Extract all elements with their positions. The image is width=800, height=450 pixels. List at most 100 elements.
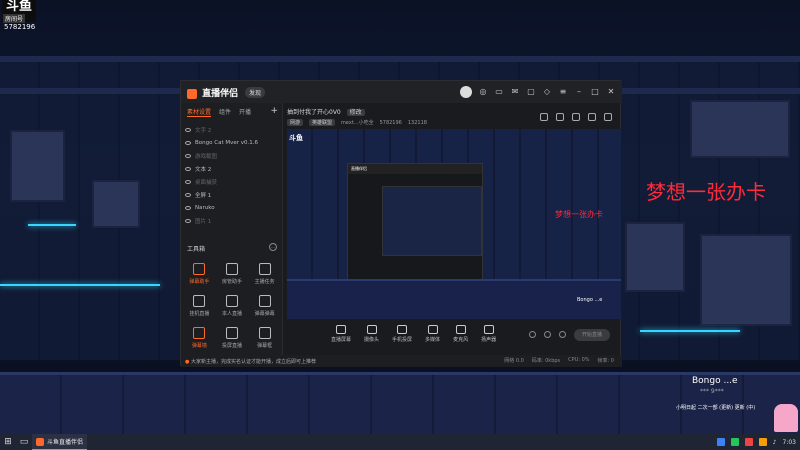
tool-label: 挂机直播 xyxy=(189,311,210,317)
background-neon-light xyxy=(640,330,740,332)
tool-self-live[interactable]: 本人直播 xyxy=(216,295,249,317)
phone-cast-button[interactable]: 手机投屏 xyxy=(392,325,412,343)
status-cpu: CPU: 0% xyxy=(568,357,590,363)
tool-label: 本人直播 xyxy=(221,311,242,317)
record-icon[interactable] xyxy=(572,113,580,121)
bell-icon[interactable] xyxy=(588,113,596,121)
game-pill[interactable]: 英雄联盟 xyxy=(309,119,336,126)
status-bar: 网络 0.0 码率: 0kbps CPU: 0% 帧率: 0 xyxy=(504,357,614,364)
eye-icon[interactable] xyxy=(185,127,191,132)
avatar[interactable] xyxy=(460,86,472,98)
stream-title: 抽到付我了开心0V0 xyxy=(287,109,341,116)
start-live-button[interactable]: 开始直播 xyxy=(574,329,610,341)
screen-icon xyxy=(336,325,346,334)
status-bitrate: 码率: 0kbps xyxy=(531,358,561,364)
background-crate xyxy=(10,130,65,202)
stream-preview[interactable]: 斗鱼 直播伴侣 梦想一张办卡 Bongo ...e xyxy=(287,129,621,319)
source-label: 桌面捕获 xyxy=(195,179,218,186)
share-icon[interactable] xyxy=(604,113,612,121)
background-beam xyxy=(0,88,180,94)
tool-danmu-helper[interactable]: 弹幕助手 xyxy=(183,263,216,285)
tv-icon[interactable]: ▢ xyxy=(526,87,536,97)
tool-room-admin[interactable]: 房管助手 xyxy=(216,263,249,285)
eye-icon[interactable] xyxy=(185,179,191,184)
discover-pill[interactable]: 发现 xyxy=(245,87,266,98)
tray-app-icon[interactable] xyxy=(744,438,753,446)
source-item[interactable]: 图片 1 xyxy=(185,214,278,227)
bongo-cat-sub: *** 9*** xyxy=(700,388,724,395)
screen-icon xyxy=(193,295,206,307)
record-icon[interactable] xyxy=(529,331,536,338)
phone-icon xyxy=(397,325,408,334)
taskbar-app-douyu[interactable]: 斗鱼直播伴侣 xyxy=(32,434,88,450)
speaker-button[interactable]: 扬声器 xyxy=(481,325,496,343)
close-icon[interactable]: ✕ xyxy=(606,87,616,97)
scene-tabs: 素材设置 组件 开播 xyxy=(181,103,282,121)
media-button[interactable]: 多媒体 xyxy=(425,325,440,343)
control-label: 摄像头 xyxy=(364,337,380,343)
source-label: 全屏 1 xyxy=(195,192,212,199)
eye-icon[interactable] xyxy=(185,140,191,145)
tab-component[interactable]: 组件 xyxy=(219,107,231,117)
source-item[interactable]: 游戏截图 xyxy=(185,149,278,162)
control-label: 麦克风 xyxy=(453,337,469,343)
eye-icon[interactable] xyxy=(185,166,191,171)
titlebar: 直播伴侣 发现 ◎ ▭ ✉ ▢ ◇ ≡ – □ ✕ xyxy=(181,81,622,103)
status-fps: 帧率: 0 xyxy=(597,358,614,364)
screen-capture-button[interactable]: 直播屏幕 xyxy=(331,325,351,343)
eye-icon[interactable] xyxy=(185,218,191,223)
tab-live[interactable]: 开播 xyxy=(239,107,251,117)
eye-icon[interactable] xyxy=(185,192,191,197)
chat-icon[interactable]: ▭ xyxy=(494,87,504,97)
preview-bongo-label: Bongo ...e xyxy=(577,297,603,303)
preview-nested-screen xyxy=(382,186,482,256)
download-icon xyxy=(225,295,238,307)
microphone-button[interactable]: 麦克风 xyxy=(453,325,468,343)
taskview-icon[interactable]: ▭ xyxy=(16,434,32,450)
source-item[interactable]: 桌面捕获 xyxy=(185,175,278,188)
category-pill[interactable]: 网游 xyxy=(287,119,304,126)
volume-icon[interactable]: ♪ xyxy=(773,439,777,446)
tool-danmu-box[interactable]: 弹幕框 xyxy=(248,327,281,349)
source-item[interactable]: 文字 2 xyxy=(185,123,278,136)
eye-icon[interactable] xyxy=(185,153,191,158)
add-source-button[interactable]: + xyxy=(270,106,278,116)
tray-app-icon[interactable] xyxy=(730,438,739,446)
tray-app-icon[interactable] xyxy=(758,438,767,446)
tray-app-icon[interactable] xyxy=(716,438,725,446)
eye-icon[interactable] xyxy=(544,331,551,338)
lock-icon[interactable] xyxy=(540,113,548,121)
tool-afk-live[interactable]: 挂机直播 xyxy=(183,295,216,317)
head-icons xyxy=(540,113,612,121)
source-item[interactable]: 全屏 1 xyxy=(185,188,278,201)
stream-info-row: 网游 英雄联盟 mext...小吃全 5782196 132118 xyxy=(287,119,427,126)
titlebar-controls: ◎ ▭ ✉ ▢ ◇ ≡ – □ ✕ xyxy=(460,86,616,98)
minimize-icon[interactable]: – xyxy=(574,87,584,97)
more-tools-icon[interactable]: … xyxy=(269,243,277,251)
menu-icon[interactable]: ≡ xyxy=(558,87,568,97)
bongo-cat-label: Bongo ...e xyxy=(692,376,738,386)
camera-button[interactable]: 摄像头 xyxy=(364,325,379,343)
edit-title-button[interactable]: 修改 xyxy=(346,109,365,116)
tool-label: 主播任务 xyxy=(254,279,275,285)
windows-start-icon[interactable]: ⊞ xyxy=(0,434,16,450)
tool-danmu-wall[interactable]: 弹幕墙 xyxy=(183,327,216,349)
tool-danmu-danmu[interactable]: 弹幕弹幕 xyxy=(248,295,281,317)
source-item[interactable]: 文本 2 xyxy=(185,162,278,175)
tool-streamer-task[interactable]: 主播任务 xyxy=(248,263,281,285)
background-beam xyxy=(622,88,800,94)
tab-material[interactable]: 素材设置 xyxy=(187,107,212,117)
room-id: 5782196 xyxy=(4,23,36,31)
clock[interactable]: 7:03 xyxy=(783,439,796,446)
eye-icon[interactable] xyxy=(185,205,191,210)
notice-icon[interactable]: ◎ xyxy=(478,87,488,97)
left-panel: 素材设置 组件 开播 + 文字 2 Bongo Cat Mver v0.1.6 … xyxy=(181,103,283,367)
maximize-icon[interactable]: □ xyxy=(590,87,600,97)
source-item[interactable]: Naruko xyxy=(185,201,278,214)
skin-icon[interactable]: ◇ xyxy=(542,87,552,97)
settings-icon[interactable] xyxy=(559,331,566,338)
source-item[interactable]: Bongo Cat Mver v0.1.6 xyxy=(185,136,278,149)
tool-cast-live[interactable]: 投屏直播 xyxy=(216,327,249,349)
message-icon[interactable]: ✉ xyxy=(510,87,520,97)
screenshot-icon[interactable] xyxy=(556,113,564,121)
